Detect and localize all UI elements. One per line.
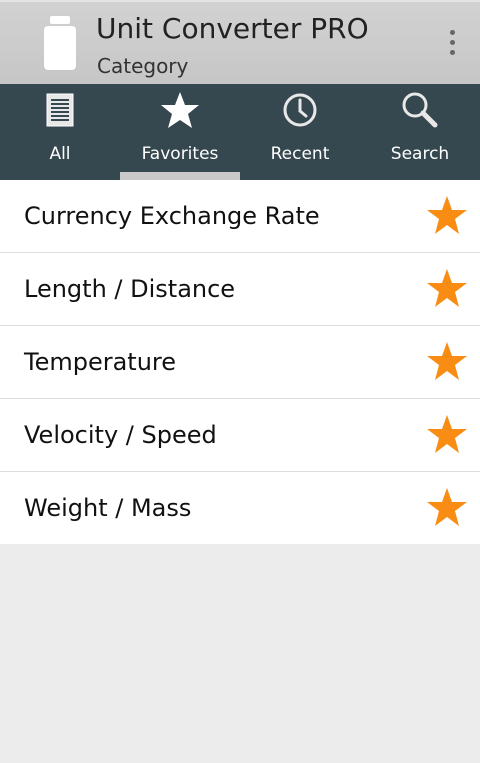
- category-list: Currency Exchange Rate Length / Distance…: [0, 180, 480, 544]
- clock-icon: [280, 91, 320, 129]
- category-label: Temperature: [24, 348, 177, 376]
- category-label: Velocity / Speed: [24, 421, 217, 449]
- favorite-star-icon[interactable]: [426, 195, 468, 237]
- favorite-star-icon[interactable]: [426, 268, 468, 310]
- list-item[interactable]: Currency Exchange Rate: [0, 180, 480, 253]
- tab-label: Favorites: [141, 144, 219, 164]
- favorite-star-icon[interactable]: [426, 341, 468, 383]
- tab-label: All: [49, 144, 71, 164]
- app-subtitle: Category: [97, 54, 189, 78]
- tab-label: Search: [390, 144, 450, 164]
- tab-label: Recent: [270, 144, 330, 164]
- list-item[interactable]: Velocity / Speed: [0, 399, 480, 472]
- list-item[interactable]: Weight / Mass: [0, 472, 480, 544]
- tab-favorites[interactable]: Favorites: [120, 84, 240, 180]
- tab-search[interactable]: Search: [360, 84, 480, 180]
- tab-bar: All Favorites Recent Search: [0, 84, 480, 180]
- tab-recent[interactable]: Recent: [240, 84, 360, 180]
- action-bar: Unit Converter PRO Category: [0, 0, 480, 84]
- category-label: Weight / Mass: [24, 494, 192, 522]
- category-label: Length / Distance: [24, 275, 236, 303]
- list-item[interactable]: Length / Distance: [0, 253, 480, 326]
- favorite-star-icon[interactable]: [426, 414, 468, 456]
- category-label: Currency Exchange Rate: [24, 202, 320, 230]
- jar-icon: [44, 16, 76, 70]
- star-icon: [160, 91, 200, 129]
- tab-all[interactable]: All: [0, 84, 120, 180]
- overflow-menu-icon[interactable]: [440, 28, 466, 58]
- list-item[interactable]: Temperature: [0, 326, 480, 399]
- search-icon: [400, 91, 440, 129]
- list-icon: [40, 91, 80, 129]
- favorite-star-icon[interactable]: [426, 487, 468, 529]
- app-title: Unit Converter PRO: [96, 12, 369, 45]
